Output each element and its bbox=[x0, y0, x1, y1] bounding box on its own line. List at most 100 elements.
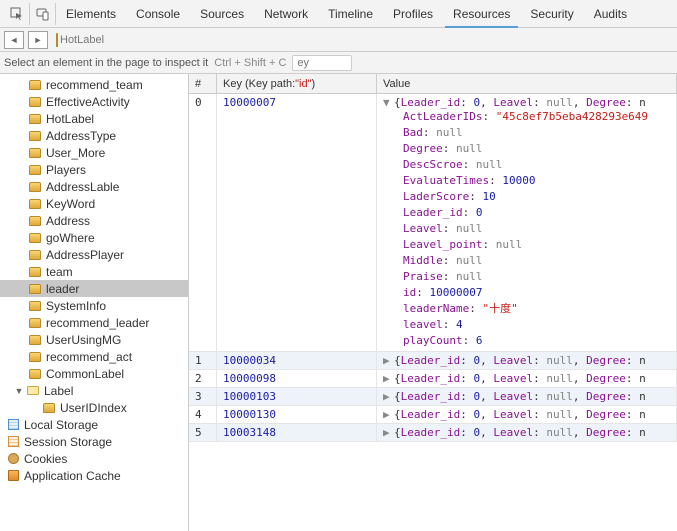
breadcrumb-last: HotLabel bbox=[60, 34, 104, 46]
tab-resources[interactable]: Resources bbox=[443, 0, 520, 27]
db-icon bbox=[28, 130, 42, 142]
cell-value[interactable]: ▼{Leader_id: 0, Leavel: null, Degree: nA… bbox=[377, 94, 677, 351]
tree-item-EffectiveActivity[interactable]: EffectiveActivity bbox=[0, 93, 188, 110]
tree-item-cookies[interactable]: Cookies bbox=[0, 450, 188, 467]
db-icon bbox=[28, 198, 42, 210]
cell-index: 2 bbox=[189, 370, 217, 387]
tab-timeline[interactable]: Timeline bbox=[318, 0, 383, 27]
data-grid: # Key (Key path: "id") Value 010000007▼{… bbox=[189, 74, 677, 531]
tree-item-application-cache[interactable]: Application Cache bbox=[0, 467, 188, 484]
tree-item-AddressType[interactable]: AddressType bbox=[0, 127, 188, 144]
inspect-hint-label: Select an element in the page to inspect… bbox=[4, 57, 208, 69]
table-row[interactable]: 010000007▼{Leader_id: 0, Leavel: null, D… bbox=[189, 94, 677, 352]
cell-key: 10000103 bbox=[217, 388, 377, 405]
db-icon bbox=[28, 351, 42, 363]
breadcrumb: HotLabel bbox=[52, 34, 104, 46]
expand-triangle-icon[interactable]: ▶ bbox=[383, 426, 392, 439]
inspect-shortcut: Ctrl + Shift + C bbox=[214, 57, 286, 69]
grid-header: # Key (Key path: "id") Value bbox=[189, 74, 677, 94]
col-header-key-close: ) bbox=[312, 78, 316, 90]
expand-triangle-icon[interactable]: ▶ bbox=[383, 390, 392, 403]
nav-fwd-button[interactable]: ► bbox=[28, 31, 48, 49]
expand-triangle-icon[interactable]: ▶ bbox=[383, 408, 392, 421]
col-header-key-path: "id" bbox=[295, 78, 311, 90]
table-row[interactable]: 210000098▶{Leader_id: 0, Leavel: null, D… bbox=[189, 370, 677, 388]
cell-value[interactable]: ▶{Leader_id: 0, Leavel: null, Degree: n bbox=[377, 424, 677, 441]
db-icon bbox=[56, 34, 58, 46]
storage-icon bbox=[6, 436, 20, 448]
tab-audits[interactable]: Audits bbox=[584, 0, 637, 27]
tree-item-useridindex[interactable]: UserIDIndex bbox=[0, 399, 188, 416]
tree-item-UserUsingMG[interactable]: UserUsingMG bbox=[0, 331, 188, 348]
devtools-tabbar: ElementsConsoleSourcesNetworkTimelinePro… bbox=[0, 0, 677, 28]
cell-key: 10000130 bbox=[217, 406, 377, 423]
tree-item-SystemInfo[interactable]: SystemInfo bbox=[0, 297, 188, 314]
db-icon bbox=[28, 283, 42, 295]
col-header-key-label: Key (Key path: bbox=[223, 78, 295, 90]
db-icon bbox=[28, 334, 42, 346]
storage-icon bbox=[6, 453, 20, 465]
tree-item-local-storage[interactable]: Local Storage bbox=[0, 416, 188, 433]
col-header-index[interactable]: # bbox=[189, 74, 217, 93]
table-row[interactable]: 410000130▶{Leader_id: 0, Leavel: null, D… bbox=[189, 406, 677, 424]
tree-item-Players[interactable]: Players bbox=[0, 161, 188, 178]
filter-input[interactable] bbox=[292, 55, 352, 71]
grid-body: 010000007▼{Leader_id: 0, Leavel: null, D… bbox=[189, 94, 677, 531]
tree-item-recommend_leader[interactable]: recommend_leader bbox=[0, 314, 188, 331]
tree-item-CommonLabel[interactable]: CommonLabel bbox=[0, 365, 188, 382]
cell-value[interactable]: ▶{Leader_id: 0, Leavel: null, Degree: n bbox=[377, 388, 677, 405]
cell-index: 4 bbox=[189, 406, 217, 423]
tree-item-recommend_team[interactable]: recommend_team bbox=[0, 76, 188, 93]
expand-triangle-icon[interactable]: ▶ bbox=[383, 372, 392, 385]
tree-item-KeyWord[interactable]: KeyWord bbox=[0, 195, 188, 212]
col-header-value[interactable]: Value bbox=[377, 74, 677, 93]
tab-elements[interactable]: Elements bbox=[56, 0, 126, 27]
cell-value[interactable]: ▶{Leader_id: 0, Leavel: null, Degree: n bbox=[377, 406, 677, 423]
inspect-hint-bar: Select an element in the page to inspect… bbox=[0, 52, 677, 74]
tree-item-AddressLable[interactable]: AddressLable bbox=[0, 178, 188, 195]
tab-console[interactable]: Console bbox=[126, 0, 190, 27]
tree-item-AddressPlayer[interactable]: AddressPlayer bbox=[0, 246, 188, 263]
resource-tree: recommend_teamEffectiveActivityHotLabelA… bbox=[0, 74, 188, 484]
storage-icon bbox=[6, 470, 20, 482]
folder-icon bbox=[26, 385, 40, 397]
table-row[interactable]: 310000103▶{Leader_id: 0, Leavel: null, D… bbox=[189, 388, 677, 406]
tree-item-label[interactable]: ▼Label bbox=[0, 382, 188, 399]
tree-item-User_More[interactable]: User_More bbox=[0, 144, 188, 161]
device-icon bbox=[36, 7, 50, 21]
cell-index: 0 bbox=[189, 94, 217, 351]
expand-triangle-icon[interactable]: ▼ bbox=[383, 96, 392, 109]
table-row[interactable]: 510003148▶{Leader_id: 0, Leavel: null, D… bbox=[189, 424, 677, 442]
tree-item-HotLabel[interactable]: HotLabel bbox=[0, 110, 188, 127]
cell-index: 1 bbox=[189, 352, 217, 369]
tab-network[interactable]: Network bbox=[254, 0, 318, 27]
nav-back-button[interactable]: ◄ bbox=[4, 31, 24, 49]
db-icon bbox=[28, 266, 42, 278]
tab-profiles[interactable]: Profiles bbox=[383, 0, 443, 27]
cell-index: 5 bbox=[189, 424, 217, 441]
tree-item-goWhere[interactable]: goWhere bbox=[0, 229, 188, 246]
tree-item-session-storage[interactable]: Session Storage bbox=[0, 433, 188, 450]
resources-sidebar: recommend_teamEffectiveActivityHotLabelA… bbox=[0, 74, 189, 531]
db-icon bbox=[28, 215, 42, 227]
tab-security[interactable]: Security bbox=[520, 0, 583, 27]
table-row[interactable]: 110000034▶{Leader_id: 0, Leavel: null, D… bbox=[189, 352, 677, 370]
cell-value[interactable]: ▶{Leader_id: 0, Leavel: null, Degree: n bbox=[377, 352, 677, 369]
db-icon bbox=[28, 113, 42, 125]
tree-item-team[interactable]: team bbox=[0, 263, 188, 280]
inspect-toggle-button[interactable] bbox=[4, 3, 30, 25]
expand-triangle-icon[interactable]: ▶ bbox=[383, 354, 392, 367]
tab-sources[interactable]: Sources bbox=[190, 0, 254, 27]
db-icon bbox=[28, 96, 42, 108]
db-icon bbox=[28, 317, 42, 329]
cell-key: 10003148 bbox=[217, 424, 377, 441]
cell-value[interactable]: ▶{Leader_id: 0, Leavel: null, Degree: n bbox=[377, 370, 677, 387]
col-header-key[interactable]: Key (Key path: "id") bbox=[217, 74, 377, 93]
tree-item-recommend_act[interactable]: recommend_act bbox=[0, 348, 188, 365]
db-icon bbox=[28, 164, 42, 176]
disclosure-triangle-icon[interactable]: ▼ bbox=[14, 386, 24, 396]
device-toggle-button[interactable] bbox=[30, 3, 56, 25]
tree-item-Address[interactable]: Address bbox=[0, 212, 188, 229]
db-icon bbox=[28, 147, 42, 159]
tree-item-leader[interactable]: leader bbox=[0, 280, 188, 297]
